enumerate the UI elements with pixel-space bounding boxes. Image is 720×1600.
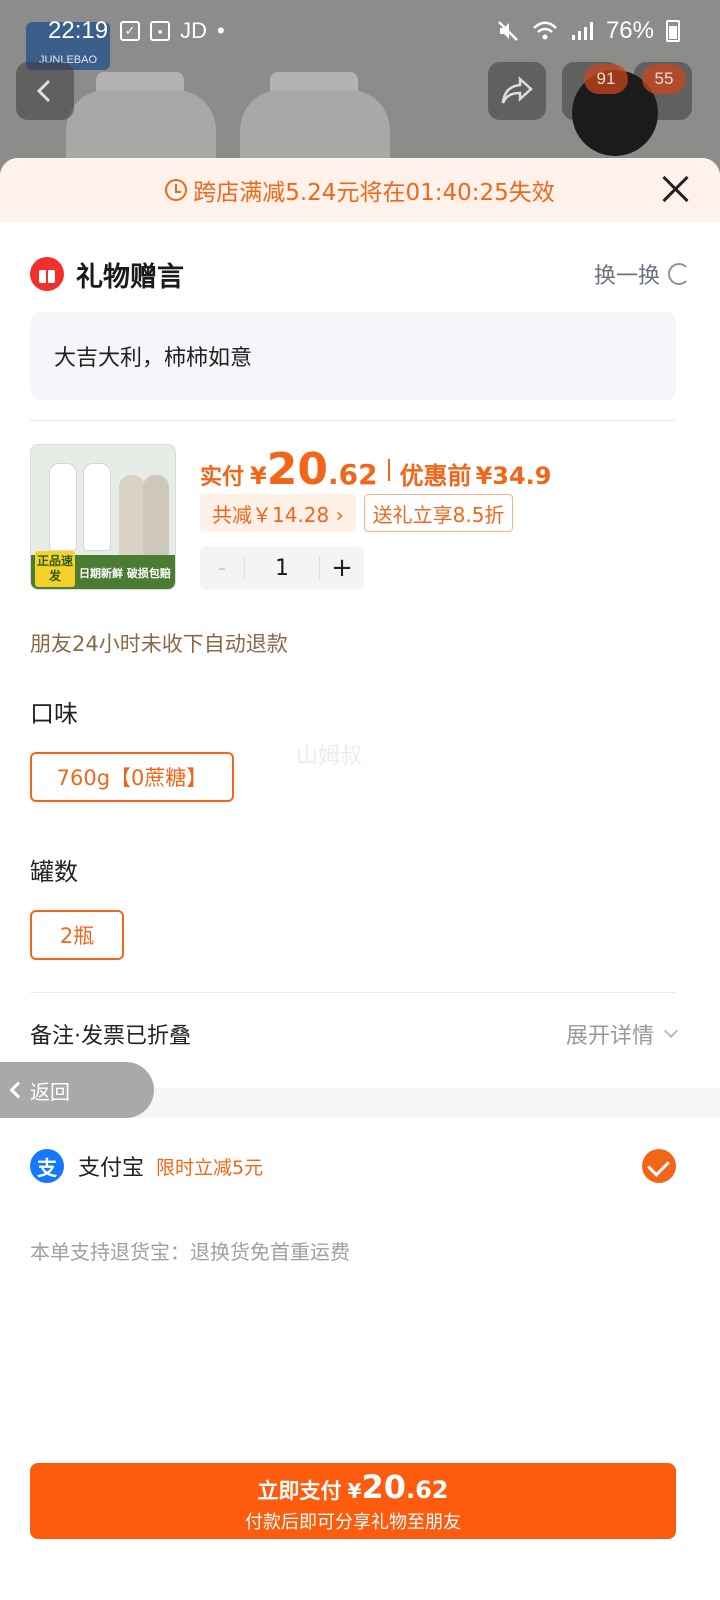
selected-check-icon[interactable] <box>642 1149 676 1183</box>
count-section-title: 罐数 <box>30 858 78 886</box>
payment-name: 支付宝 <box>78 1156 145 1181</box>
pay-button-price-decimal: .62 <box>405 1476 449 1504</box>
more-notifications-dot: • <box>216 18 225 43</box>
mute-icon <box>498 21 518 41</box>
gift-message-input[interactable]: 大吉大利，柿柿如意 <box>30 312 676 400</box>
return-insurance-note: 本单支持退货宝：退换货免首重运费 <box>30 1240 350 1264</box>
flavor-section-title: 口味 <box>30 700 78 728</box>
quantity-value[interactable]: 1 <box>244 555 320 581</box>
battery-percent: 76% <box>605 17 654 44</box>
model-image <box>143 475 169 555</box>
countdown-text: 跨店满减5.24元将在01:40:25失效 <box>193 180 555 206</box>
watermark: 山姆叔 <box>296 744 363 769</box>
gift-checkout-sheet: 跨店满减5.24元将在01:40:25失效 礼物赠言 换一换 大吉大利，柿柿如意… <box>0 158 720 1600</box>
flavor-option-chip[interactable]: 760g【0蔗糖】 <box>30 752 234 802</box>
back-button[interactable] <box>16 62 74 120</box>
message-count-badge: 55 <box>642 64 686 94</box>
pay-button-currency: ¥ <box>347 1479 362 1503</box>
gift-discount-tag: 送礼立享8.5折 <box>363 494 514 532</box>
decrement-button[interactable]: - <box>200 556 244 581</box>
payment-promo: 限时立减5元 <box>156 1156 264 1179</box>
price-row: 实付 ¥ 20 .62 优惠前 ¥34.9 <box>200 444 551 496</box>
swap-label: 换一换 <box>593 264 660 289</box>
pay-now-button[interactable]: 立即支付 ¥ 20 .62 付款后即可分享礼物至朋友 <box>30 1463 676 1539</box>
pay-button-main: 立即支付 ¥ 20 .62 <box>258 1468 449 1506</box>
gallery-notification-icon: ▪ <box>150 21 171 41</box>
product-bottle-image <box>49 463 77 551</box>
share-button[interactable] <box>488 62 546 120</box>
increment-button[interactable]: + <box>320 553 364 583</box>
notification-icons: ✓ ▪ JD • <box>120 18 225 44</box>
pay-button-subtitle: 付款后即可分享礼物至朋友 <box>245 1512 461 1533</box>
gift-title: 礼物赠言 <box>76 261 184 293</box>
product-image[interactable]: 正品速发 日期新鲜 破损包赔 <box>30 444 176 590</box>
before-discount-label: 优惠前 <box>399 462 472 490</box>
swap-message-button[interactable]: 换一换 <box>594 258 690 290</box>
expand-details-button[interactable]: 展开详情 <box>565 1018 679 1050</box>
chevron-down-icon <box>663 1023 679 1039</box>
payment-method-alipay[interactable]: 支 支付宝 限时立减5元 <box>30 1146 676 1186</box>
price-decimal: .62 <box>327 458 378 491</box>
clock-icon <box>165 179 188 201</box>
product-bottle-image <box>83 463 111 551</box>
signal-icon <box>571 22 593 40</box>
wifi-icon <box>533 21 557 40</box>
system-status: 76% <box>496 17 680 45</box>
product-image-tag: 正品速发 <box>35 551 75 587</box>
price-separator <box>387 459 390 481</box>
currency-symbol: ¥ <box>250 462 267 490</box>
quantity-stepper: - 1 + <box>200 546 364 590</box>
product-image-band-text: 日期新鲜 破损包赔 <box>79 567 171 580</box>
pay-button-price-integer: 20 <box>361 1468 406 1506</box>
gift-message-text: 大吉大利，柿柿如意 <box>54 346 253 371</box>
countdown-banner: 跨店满减5.24元将在01:40:25失效 <box>0 158 720 222</box>
gift-message-header: 礼物赠言 换一换 <box>30 256 690 293</box>
refresh-icon <box>668 263 690 285</box>
auto-refund-note: 朋友24小时未收下自动退款 <box>30 632 288 656</box>
app-label: JD <box>180 18 207 43</box>
price-integer: 20 <box>266 444 328 495</box>
divider <box>30 992 676 993</box>
floating-back-button[interactable]: 返回 <box>0 1062 154 1118</box>
share-icon <box>501 76 533 104</box>
before-discount-price: ¥34.9 <box>475 462 552 490</box>
count-option-chip[interactable]: 2瓶 <box>30 910 124 960</box>
divider <box>30 420 676 421</box>
cart-count-badge: 91 <box>584 64 628 94</box>
expand-label: 展开详情 <box>565 1024 654 1049</box>
model-image <box>119 475 145 555</box>
remark-label: 备注·发票已折叠 <box>30 1024 191 1049</box>
battery-icon <box>666 20 680 42</box>
chevron-left-icon <box>36 79 51 103</box>
total-discount-tag[interactable]: 共减￥14.28 › <box>200 494 356 532</box>
remark-invoice-row[interactable]: 备注·发票已折叠 展开详情 <box>30 1014 679 1054</box>
gift-icon <box>30 257 64 291</box>
back-label: 返回 <box>30 1079 70 1104</box>
check-notification-icon: ✓ <box>120 21 141 41</box>
alipay-icon: 支 <box>30 1149 64 1183</box>
chevron-left-icon <box>9 1081 27 1099</box>
discount-tags: 共减￥14.28 › 送礼立享8.5折 <box>200 494 514 532</box>
paid-label: 实付 <box>200 465 245 490</box>
pay-button-label: 立即支付 <box>257 1479 342 1503</box>
close-icon[interactable] <box>660 174 690 204</box>
status-time: 22:19 <box>48 17 109 44</box>
status-bar: 22:19 ✓ ▪ JD • 76% <box>0 0 720 62</box>
